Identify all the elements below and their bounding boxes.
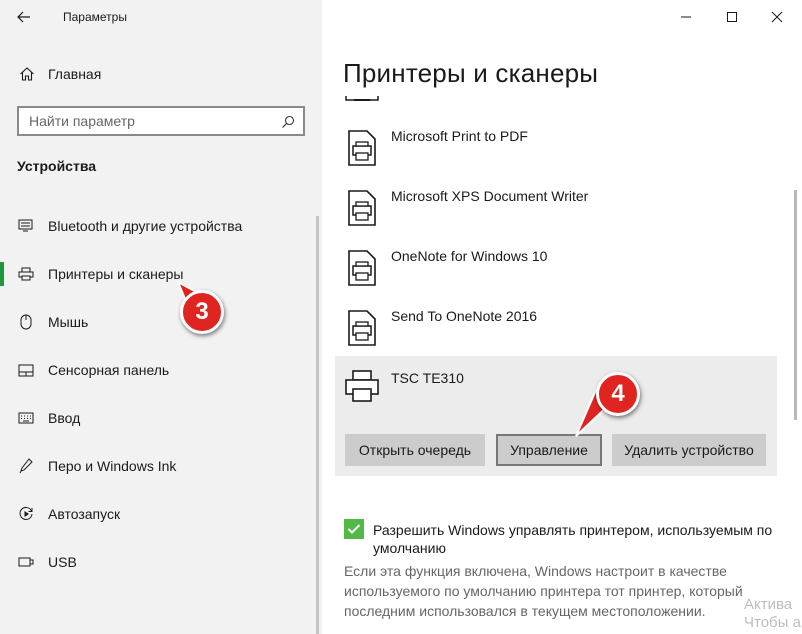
sidebar-item-bluetooth[interactable]: Bluetooth и другие устройства [0, 202, 322, 250]
home-icon [18, 65, 36, 83]
sidebar-item-label: USB [48, 554, 77, 570]
printer-icon-partial [345, 96, 379, 101]
section-title: Устройства [17, 158, 97, 174]
activation-watermark: Актива Чтобы а [744, 596, 801, 632]
maximize-icon [727, 12, 737, 22]
nav-home-label: Главная [48, 66, 102, 82]
default-printer-checkbox[interactable] [344, 519, 364, 539]
keyboard-icon [17, 409, 35, 427]
selection-indicator [0, 262, 4, 286]
minimize-icon [681, 16, 691, 18]
remove-device-button[interactable]: Удалить устройство [612, 434, 766, 466]
back-arrow-icon [17, 11, 30, 23]
main-scrollbar[interactable] [794, 190, 797, 420]
open-queue-button[interactable]: Открыть очередь [345, 434, 485, 466]
sidebar-item-label: Автозапуск [48, 506, 121, 522]
printer-list-item[interactable]: Send To OneNote 2016 [335, 298, 775, 358]
main-content: Принтеры и сканеры Microsoft Print to PD… [322, 0, 802, 634]
pen-icon [17, 457, 35, 475]
sidebar-item-pen[interactable]: Перо и Windows Ink [0, 442, 322, 490]
sidebar-item-printers[interactable]: Принтеры и сканеры [0, 250, 322, 298]
watermark-line: Актива [744, 596, 793, 613]
touchpad-icon [17, 361, 35, 379]
search-icon[interactable] [279, 113, 297, 131]
nav-home[interactable]: Главная [0, 60, 322, 88]
selected-printer-panel[interactable]: TSC TE310 Открыть очередь Управление Уда… [335, 356, 777, 476]
maximize-button[interactable] [709, 0, 755, 34]
checkmark-icon [347, 524, 361, 534]
mouse-icon [17, 313, 35, 331]
search-placeholder: Найти параметр [29, 113, 135, 129]
default-printer-checkbox-label[interactable]: Разрешить Windows управлять принтером, и… [373, 521, 783, 557]
printer-icon [348, 190, 376, 226]
sidebar-item-autoplay[interactable]: Автозапуск [0, 490, 322, 538]
close-button[interactable] [754, 0, 800, 34]
usb-icon [17, 553, 35, 571]
sidebar-item-label: Перо и Windows Ink [48, 458, 177, 474]
close-icon [771, 11, 783, 23]
sidebar-item-label: Мышь [48, 314, 89, 330]
sidebar-scrollbar[interactable] [316, 216, 319, 634]
printer-icon [348, 130, 376, 166]
printer-icon [345, 370, 379, 402]
sidebar-item-label: Сенсорная панель [48, 362, 170, 378]
printer-list-item[interactable]: Microsoft Print to PDF [335, 118, 775, 178]
sidebar-item-input[interactable]: Ввод [0, 394, 322, 442]
page-title: Принтеры и сканеры [343, 58, 599, 88]
nav-list: Bluetooth и другие устройства Принтеры и… [0, 202, 322, 586]
printer-icon [17, 265, 35, 283]
sidebar-item-touchpad[interactable]: Сенсорная панель [0, 346, 322, 394]
watermark-line: Чтобы а [744, 614, 801, 631]
autoplay-icon [17, 505, 35, 523]
sidebar-item-label: Bluetooth и другие устройства [48, 218, 243, 234]
bluetooth-devices-icon [17, 217, 35, 235]
app-title: Параметры [63, 10, 127, 24]
printer-name: TSC TE310 [391, 370, 464, 386]
printer-name: Send To OneNote 2016 [391, 308, 538, 324]
back-button[interactable] [12, 6, 36, 28]
default-printer-description: Если эта функция включена, Windows настр… [344, 563, 743, 619]
printer-icon [348, 250, 376, 286]
printer-name: Microsoft Print to PDF [391, 128, 528, 144]
sidebar-item-usb[interactable]: USB [0, 538, 322, 586]
printer-list-item[interactable]: OneNote for Windows 10 [335, 238, 775, 298]
sidebar-item-label: Принтеры и сканеры [48, 266, 184, 282]
printer-list-item[interactable]: Microsoft XPS Document Writer [335, 178, 775, 238]
printer-icon [348, 310, 376, 346]
sidebar-item-label: Ввод [48, 410, 81, 426]
minimize-button[interactable] [663, 0, 709, 34]
callout-4: 4 [596, 372, 640, 416]
sidebar-item-mouse[interactable]: Мышь [0, 298, 322, 346]
title-bar: Параметры [0, 0, 322, 34]
sidebar: Параметры Главная Найти параметр Устройс… [0, 0, 322, 634]
printer-name: Microsoft XPS Document Writer [391, 188, 589, 204]
callout-3: 3 [180, 290, 224, 334]
search-input[interactable]: Найти параметр [17, 106, 305, 136]
printer-name: OneNote for Windows 10 [391, 248, 548, 264]
